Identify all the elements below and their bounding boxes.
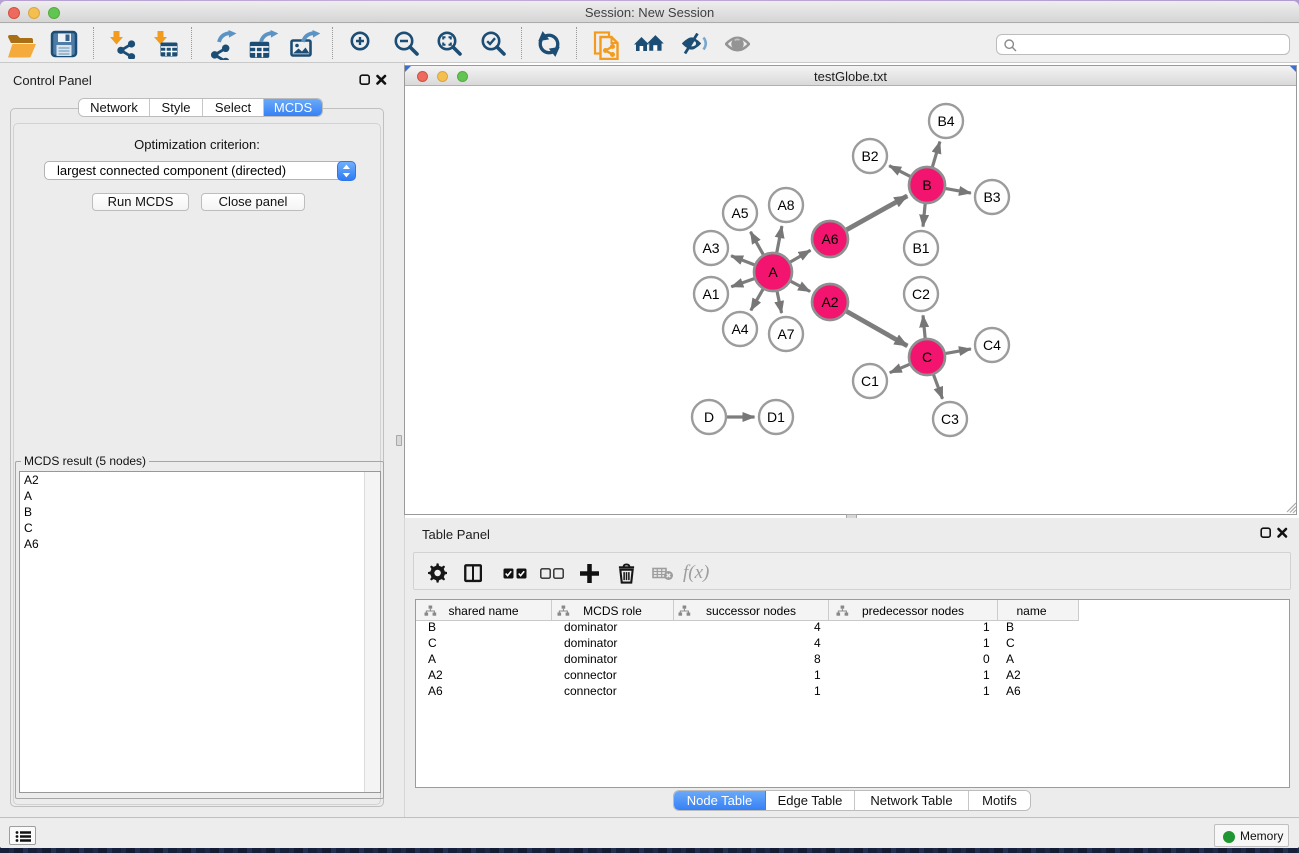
svg-text:A5: A5 <box>731 205 748 221</box>
svg-text:C3: C3 <box>941 411 959 427</box>
svg-text:D1: D1 <box>767 409 785 425</box>
svg-text:A1: A1 <box>702 286 719 302</box>
svg-text:B2: B2 <box>861 148 878 164</box>
svg-text:A: A <box>768 264 778 280</box>
svg-text:f(x): f(x) <box>683 563 709 583</box>
svg-text:B3: B3 <box>983 189 1000 205</box>
svg-text:A2: A2 <box>821 294 838 310</box>
svg-text:D: D <box>704 409 714 425</box>
svg-text:A6: A6 <box>821 231 838 247</box>
svg-text:C: C <box>922 349 932 365</box>
svg-text:B1: B1 <box>912 240 929 256</box>
svg-text:C2: C2 <box>912 286 930 302</box>
svg-text:A4: A4 <box>731 321 748 337</box>
svg-text:A8: A8 <box>777 197 794 213</box>
svg-text:C4: C4 <box>983 337 1001 353</box>
svg-text:A3: A3 <box>702 240 719 256</box>
svg-text:C1: C1 <box>861 373 879 389</box>
svg-text:B4: B4 <box>937 113 954 129</box>
svg-text:B: B <box>922 177 931 193</box>
svg-text:A7: A7 <box>777 326 794 342</box>
